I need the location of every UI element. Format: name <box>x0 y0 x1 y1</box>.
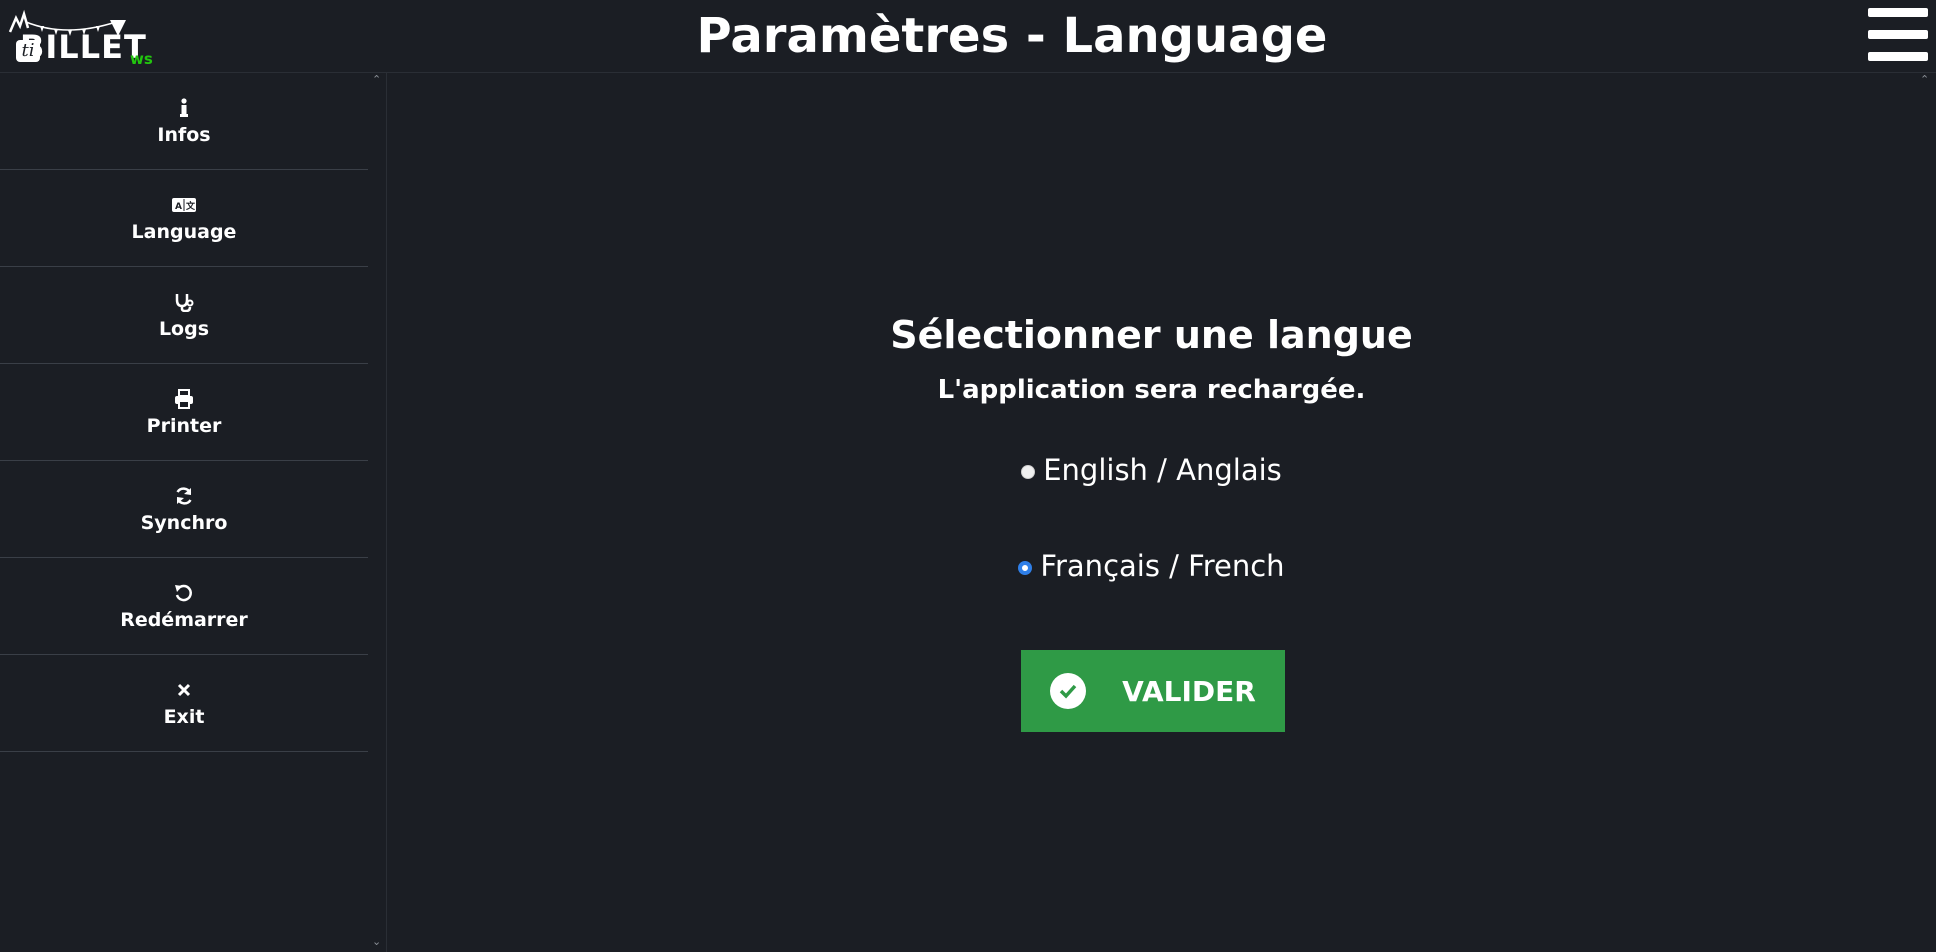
header: BILLET ti ws Paramètres - Language <box>0 0 1936 73</box>
sidebar-item-label: Language <box>131 221 237 243</box>
sidebar-item-label: Exit <box>163 706 205 728</box>
language-heading: Sélectionner une langue <box>890 313 1413 357</box>
logo-ws-label: ws <box>130 50 153 68</box>
sidebar-scrollbar[interactable]: ⌃ ⌄ <box>368 73 387 952</box>
scroll-up-arrow-icon[interactable]: ⌃ <box>1920 73 1929 86</box>
main-panel: Sélectionner une langue L'application se… <box>387 73 1916 952</box>
hamburger-menu-icon[interactable] <box>1868 8 1928 64</box>
sidebar-item-label: Logs <box>158 318 210 340</box>
app-window: BILLET ti ws Paramètres - Language Infos… <box>0 0 1936 952</box>
language-option-french[interactable]: Français / French <box>387 549 1916 583</box>
sidebar-item-language[interactable]: A文 Language <box>0 170 368 267</box>
stethoscope-icon <box>174 290 194 314</box>
language-selection-form: Sélectionner une langue L'application se… <box>387 73 1916 952</box>
reload-notice: L'application sera rechargée. <box>937 375 1366 405</box>
language-option-english[interactable]: English / Anglais <box>387 453 1916 487</box>
page-title: Paramètres - Language <box>696 8 1328 64</box>
validate-button-label: VALIDER <box>1122 674 1256 708</box>
logo-ti-badge: ti <box>16 40 40 62</box>
close-icon <box>176 678 192 702</box>
restart-icon <box>174 581 194 605</box>
svg-text:文: 文 <box>185 200 196 212</box>
sidebar-item-label: Redémarrer <box>120 609 248 631</box>
sidebar-item-printer[interactable]: Printer <box>0 364 368 461</box>
sidebar-item-label: Synchro <box>140 512 228 534</box>
svg-text:A: A <box>175 202 182 212</box>
sync-icon <box>174 484 194 508</box>
main-scrollbar[interactable]: ⌃ <box>1916 73 1936 952</box>
validate-button[interactable]: VALIDER <box>1021 650 1285 732</box>
sidebar: Infos A文 Language Logs Printer Synchro R… <box>0 73 368 952</box>
info-icon <box>180 96 188 120</box>
language-icon: A文 <box>172 193 196 217</box>
scroll-down-arrow-icon[interactable]: ⌄ <box>372 935 381 948</box>
sidebar-item-label: Infos <box>157 124 211 146</box>
sidebar-item-label: Printer <box>146 415 222 437</box>
radio-english[interactable] <box>1021 465 1036 479</box>
language-option-label: English / Anglais <box>1043 453 1282 487</box>
sidebar-item-restart[interactable]: Redémarrer <box>0 558 368 655</box>
language-option-label: Français / French <box>1040 549 1285 583</box>
radio-french[interactable] <box>1018 561 1033 575</box>
printer-icon <box>174 387 194 411</box>
scroll-up-arrow-icon[interactable]: ⌃ <box>372 73 381 86</box>
sidebar-item-exit[interactable]: Exit <box>0 655 368 752</box>
sidebar-item-logs[interactable]: Logs <box>0 267 368 364</box>
tibillet-logo[interactable]: BILLET ti ws <box>6 8 166 68</box>
sidebar-item-infos[interactable]: Infos <box>0 73 368 170</box>
check-circle-icon <box>1050 673 1087 709</box>
sidebar-item-synchro[interactable]: Synchro <box>0 461 368 558</box>
